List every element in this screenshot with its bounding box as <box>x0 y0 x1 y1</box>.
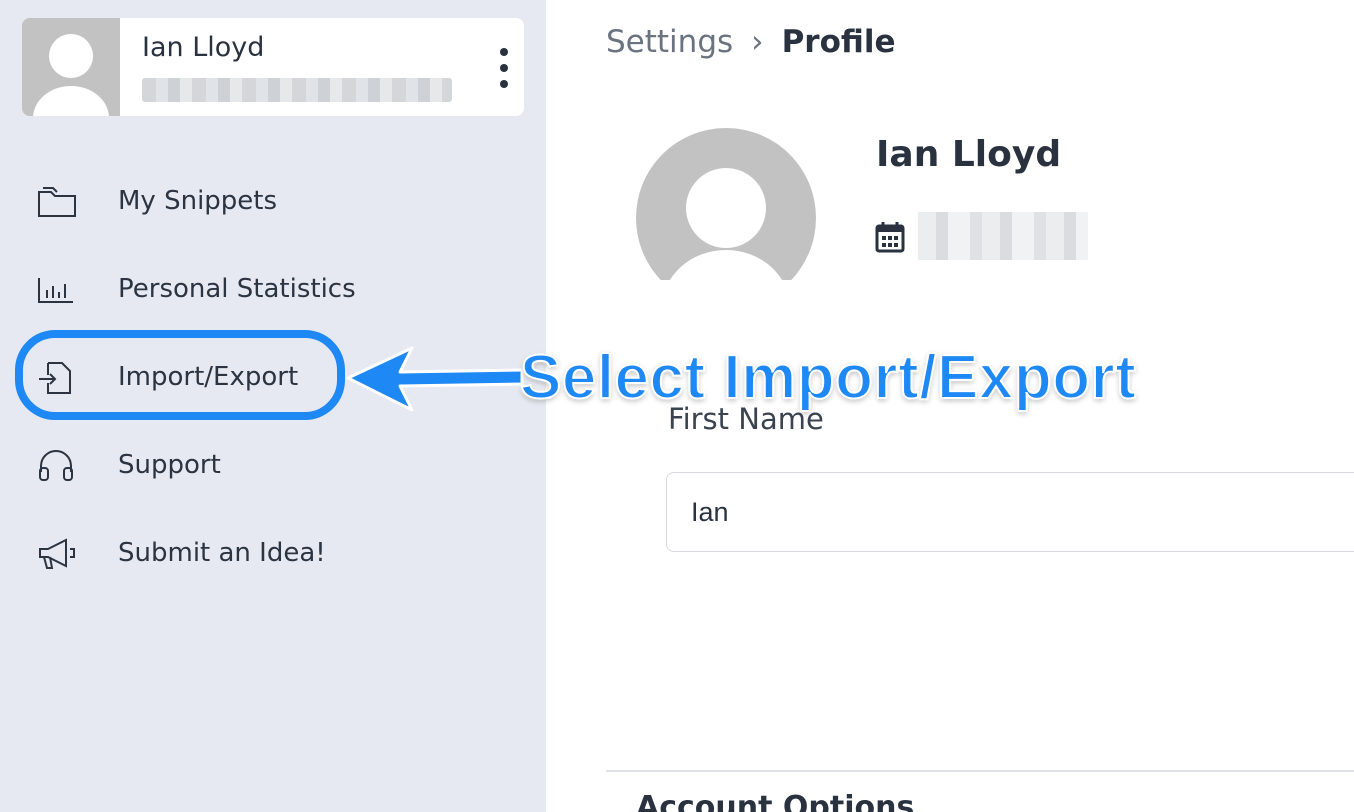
user-card[interactable]: Ian Lloyd <box>22 18 524 116</box>
bar-chart-icon <box>38 278 73 303</box>
account-options-heading: Account Options <box>636 790 915 812</box>
user-name: Ian Lloyd <box>142 32 265 63</box>
more-options-icon[interactable] <box>492 46 516 90</box>
sidebar-item-personal-statistics[interactable]: Personal Statistics <box>0 260 546 320</box>
annotation-callout: Select Import/Export <box>519 342 1137 413</box>
headphones-icon <box>39 450 73 481</box>
sidebar-item-label: Submit an Idea! <box>118 538 326 568</box>
sidebar-item-label: Support <box>118 450 221 480</box>
sidebar-item-submit-idea[interactable]: Submit an Idea! <box>0 524 546 584</box>
arrow-left-icon <box>346 346 524 412</box>
calendar-icon <box>875 222 905 253</box>
divider <box>606 770 1354 772</box>
megaphone-icon <box>39 538 75 569</box>
profile-avatar <box>636 128 816 308</box>
page-title: Profile <box>781 24 896 60</box>
user-email-redacted <box>142 78 452 102</box>
breadcrumb-settings-link[interactable]: Settings <box>606 24 733 60</box>
profile-name: Ian Lloyd <box>876 134 1062 175</box>
sidebar-item-label: My Snippets <box>118 186 278 216</box>
first-name-field[interactable] <box>666 472 1354 552</box>
sidebar-item-my-snippets[interactable]: My Snippets <box>0 172 546 232</box>
breadcrumb: Settings › Profile <box>606 24 896 60</box>
folder-icon <box>38 187 76 217</box>
sidebar-item-label: Personal Statistics <box>118 274 356 304</box>
joined-date-redacted <box>918 212 1088 260</box>
chevron-right-icon: › <box>751 24 764 60</box>
sidebar-item-support[interactable]: Support <box>0 436 546 496</box>
sidebar-item-label: Import/Export <box>118 362 299 392</box>
avatar <box>22 18 120 116</box>
file-import-icon <box>39 362 71 394</box>
